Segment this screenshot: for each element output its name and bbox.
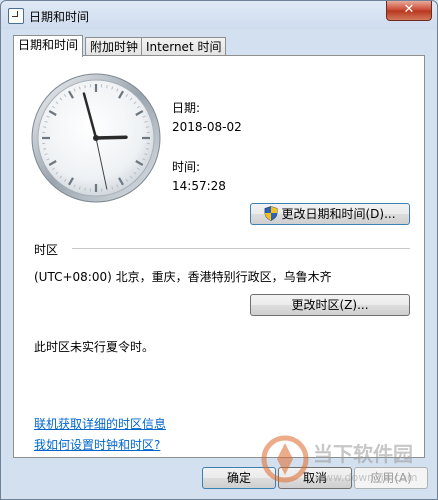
- clock-minute-tick: [84, 85, 86, 89]
- how-to-set-link[interactable]: 我如何设置时钟和时区?: [34, 436, 160, 453]
- tab-date-and-time[interactable]: 日期和时间: [13, 35, 84, 57]
- uac-shield-icon: [265, 206, 278, 221]
- title-bar[interactable]: 日期和时间 ✕: [1, 1, 437, 31]
- window-title: 日期和时间: [29, 10, 90, 24]
- tab-additional-clocks[interactable]: 附加时钟: [85, 37, 144, 56]
- dst-note: 此时区未实行夏令时。: [34, 340, 155, 354]
- timezone-value: (UTC+08:00) 北京，重庆，香港特别行政区，乌鲁木齐: [34, 270, 332, 284]
- close-button[interactable]: ✕: [386, 1, 432, 21]
- timezone-section-label: 时区: [34, 243, 59, 257]
- date-value: 2018-08-02: [172, 120, 242, 134]
- clock-minute-tick: [145, 126, 149, 128]
- timezone-info-link[interactable]: 联机获取详细的时区信息: [34, 415, 166, 432]
- change-date-time-label: 更改日期和时间(D)...: [281, 207, 396, 221]
- change-timezone-button[interactable]: 更改时区(Z)...: [250, 294, 410, 316]
- cancel-button[interactable]: 取消: [278, 467, 352, 489]
- clock-minute-tick: [145, 148, 149, 150]
- section-divider: [72, 248, 410, 249]
- analog-clock: [31, 73, 161, 203]
- ok-button[interactable]: 确定: [202, 467, 276, 489]
- change-date-time-button[interactable]: 更改日期和时间(D)...: [250, 203, 410, 225]
- clock-minute-tick: [43, 148, 47, 150]
- date-time-dialog: 日期和时间 ✕ 日期和时间 附加时钟 Internet 时间 日期: 2018-…: [0, 0, 438, 500]
- date-label: 日期:: [172, 101, 201, 115]
- time-value: 14:57:28: [172, 179, 226, 193]
- apply-button[interactable]: 应用(A): [354, 467, 428, 489]
- clock-minute-tick: [43, 126, 47, 128]
- time-label: 时间:: [172, 160, 201, 174]
- clock-minute-tick: [84, 187, 86, 191]
- clock-minute-tick: [106, 85, 108, 89]
- tab-internet-time[interactable]: Internet 时间: [141, 37, 227, 56]
- clock-app-icon: [8, 8, 24, 24]
- tab-panel: 日期: 2018-08-02 时间: 14:57:28 更改日期和时间(D)..…: [13, 55, 425, 458]
- hour-hand: [94, 135, 128, 140]
